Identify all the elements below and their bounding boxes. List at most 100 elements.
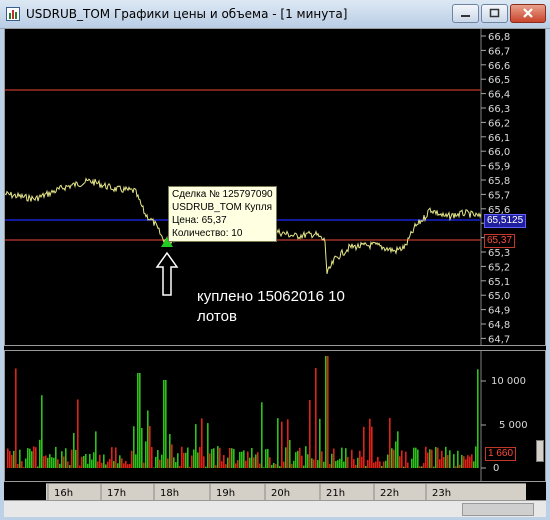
volume-bar [169,433,171,468]
volume-bar [465,459,467,468]
time-label: 21h [326,488,345,499]
volume-bar [321,451,323,468]
volume-bar [425,446,427,468]
price-tick-label: 65,9 [488,162,510,173]
volume-bar [383,461,385,468]
volume-bar [241,451,243,468]
price-tick-label: 66,1 [488,133,510,144]
volume-bar [119,455,121,468]
chart-area[interactable]: 66,8 66,7 66,6 66,5 66,4 66,3 66,2 66,1 66,0 65,9… [4,28,546,516]
volume-bar [447,454,449,468]
annotation-line-1: куплено 15062016 10 [197,288,345,305]
price-tick-label: 66,7 [488,46,510,57]
volume-bar [71,449,73,468]
volume-bar [353,459,355,468]
price-tick-label: 65,7 [488,190,510,201]
volume-bar [329,463,331,468]
volume-bar [313,459,315,468]
restore-icon [489,8,500,18]
volume-bar [23,467,25,468]
volume-bar [67,461,69,468]
volume-bar [247,451,249,468]
volume-bar [239,451,241,468]
price-tick-label: 66,6 [488,61,510,72]
volume-bar [429,449,431,468]
price-pane[interactable]: 66,8 66,7 66,6 66,5 66,4 66,3 66,2 66,1 66,0 65,9… [4,28,546,346]
tooltip-instrument: USDRUB_TOM Купля [172,202,273,213]
volume-bar [401,450,403,468]
price-tick-label: 66,2 [488,118,510,129]
volume-bar [21,461,23,468]
volume-bar [129,463,131,468]
chart-app-icon [6,7,20,21]
volume-bar [335,461,337,468]
volume-scroll-handle[interactable] [536,440,544,462]
deal-tooltip: Сделка № 125797090 USDRUB_TOM Купля Цена… [168,186,277,242]
volume-bar [227,457,229,468]
volume-bar [337,460,339,468]
close-button[interactable] [510,4,546,23]
volume-bar [233,449,235,468]
time-label: 19h [216,488,235,499]
time-label: 18h [160,488,179,499]
volume-bar [435,447,437,468]
volume-bar [49,454,51,468]
title-bar[interactable]: USDRUB_TOM Графики цены и объема - [1 ми… [0,0,550,29]
volume-bar [333,448,335,468]
horizontal-scrollbar[interactable] [4,500,546,517]
volume-bar [307,454,309,468]
volume-bar [255,454,257,468]
volume-pane[interactable]: 10 000 5 000 0 1 660 [4,350,546,482]
volume-bar [315,368,317,468]
volume-bar [133,426,135,468]
volume-bar [423,462,425,468]
volume-bar [199,446,201,468]
volume-bar [459,464,461,468]
volume-bar [219,447,221,468]
volume-bar [463,456,465,468]
volume-bar [215,465,217,468]
chart-window: USDRUB_TOM Графики цены и объема - [1 ми… [0,0,550,520]
volume-bar [157,449,159,468]
volume-bar [343,461,345,468]
volume-bar [25,458,27,468]
volume-bar [61,451,63,468]
price-tick-label: 66,4 [488,90,510,101]
volume-bar [165,380,167,468]
volume-bar [341,447,343,468]
volume-bar [357,457,359,468]
volume-bar [229,447,231,468]
volume-bar [185,452,187,468]
time-label: 16h [54,488,73,499]
volume-bar [69,465,71,468]
volume-bar [441,450,443,468]
restore-button[interactable] [481,4,508,23]
scroll-thumb[interactable] [462,503,534,516]
volume-bar [191,455,193,468]
current-price-label: 65,5125 [484,214,527,228]
volume-bar [249,457,251,468]
volume-bar [473,461,475,468]
volume-bar [257,452,259,468]
volume-bar [91,459,93,468]
volume-bar [381,466,383,468]
volume-bar [19,449,21,468]
volume-bar [345,448,347,468]
price-tick-label: 66,0 [488,147,510,158]
volume-bar [87,463,89,468]
volume-bar [139,373,141,468]
volume-bar [415,447,417,468]
volume-bar [263,467,265,468]
volume-bar [389,417,391,468]
minimize-button[interactable] [452,4,479,23]
volume-bar [461,454,463,468]
volume-bar [63,456,65,468]
volume-bar [197,452,199,468]
volume-bar [55,446,57,468]
volume-bar [105,464,107,468]
volume-bar [47,457,49,468]
volume-bar [97,461,99,468]
volume-bar [193,449,195,468]
volume-bar [371,426,373,468]
volume-bar [453,454,455,468]
